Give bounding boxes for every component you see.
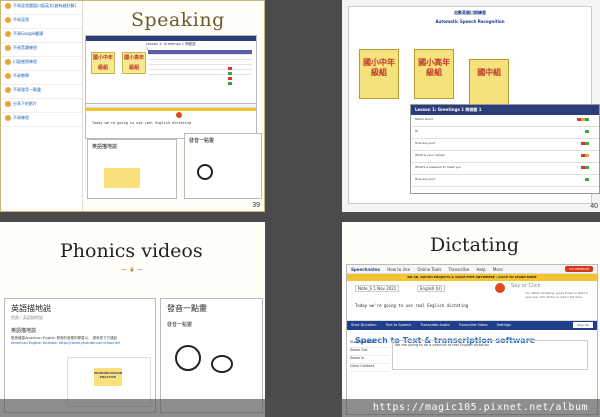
watermark: https://magic105.pixnet.net/album — [0, 399, 600, 417]
nav-item[interactable]: Online Tools — [417, 267, 441, 272]
sidebar-item[interactable]: 不易教學 — [1, 71, 82, 85]
slide-dictating: Dictating Speechnotes How to Use Online … — [342, 222, 600, 417]
sidebar-item[interactable]: 分享下的影片 — [1, 99, 82, 113]
page-title: 發音一點靈 — [167, 304, 207, 313]
bullet-icon — [5, 31, 11, 37]
slide-title: Phonics videos — [60, 240, 203, 262]
transcript-area[interactable]: We are going to do a practice of real En… — [392, 340, 588, 370]
phonics-page: 英語描地説 首頁 / 英語描地説 英語描地説 發音練習American Engl… — [4, 298, 156, 413]
sidebar-item[interactable]: 不易發音一點靈 — [1, 85, 82, 99]
nav-item[interactable]: Help — [476, 267, 485, 272]
lesson-row[interactable]: What is your name? — [411, 151, 599, 163]
nav-item[interactable]: More — [493, 267, 503, 272]
note-name-field[interactable]: Note_S 1 Nov 2021 — [355, 285, 400, 292]
vowel-icon[interactable] — [211, 355, 233, 373]
sidebar-item[interactable]: 不易練習 — [1, 113, 82, 127]
sidebar-item[interactable]: 不易混淆 — [1, 15, 82, 29]
slide-title: Dictating — [430, 234, 520, 256]
panel-title: 英語描地説 — [92, 144, 118, 150]
slide-speaking: 不易混淆國語口語英文(越有越好解) 不易混淆 不易Google翻譯 不易音讀練習… — [0, 0, 265, 212]
lesson-screenshot: Lesson 1: Greetings 1 問候語 1 國小中年級組 國小高年級… — [85, 35, 257, 105]
promo-banner[interactable]: NO AD, ROUGH PROJECTS & VOICE-TYPE ANYWH… — [347, 274, 597, 281]
tool-sidebar: Start Dictation Zoom Out Zoom In Clear C… — [350, 340, 390, 372]
doc-title: 自動英語口說練習 — [454, 10, 486, 15]
nav-item[interactable]: Text to Speech — [386, 323, 412, 327]
slide-number: 39 — [252, 202, 260, 209]
section-title: 發音一點靈 — [167, 322, 193, 328]
nav-item[interactable]: Transcribe Video — [459, 323, 488, 327]
pronunciation-card[interactable] — [104, 168, 140, 188]
editor-text[interactable]: Today we're going to use real English di… — [355, 303, 468, 308]
book-cover[interactable]: 國小高年級組 — [414, 49, 455, 99]
pronunciation-card[interactable]: PRONUNCIATION PRACTICE — [94, 368, 122, 386]
book-cover[interactable]: 國小中年級組 — [91, 52, 115, 74]
lesson-row[interactable]: How are you? — [411, 139, 599, 151]
sidebar-item[interactable]: 不易Google翻譯 — [1, 29, 82, 43]
dictation-text[interactable]: Today we're going to use real English di… — [86, 111, 256, 135]
lesson-title: Lesson 1: Greetings 1 問候語 1 — [411, 105, 599, 115]
slide-asr: 自動英語口說練習 Automatic Speech Recognition 國小… — [342, 0, 600, 212]
lesson-row[interactable]: How are you? — [411, 175, 599, 187]
signup-button[interactable]: Sign Up — [573, 322, 593, 328]
book-cover[interactable]: 國小高年級組 — [122, 52, 147, 74]
microphone-icon[interactable] — [176, 112, 182, 118]
nav-item[interactable]: Settings — [497, 323, 511, 327]
sidebar-item[interactable]: 口語感覺練習 — [1, 57, 82, 71]
panel-title: 發音一點靈 — [189, 138, 215, 144]
bullet-icon — [5, 87, 11, 93]
tool-item[interactable]: Zoom Out — [350, 348, 390, 356]
sidebar-list: 不易混淆國語口語英文(越有越好解) 不易混淆 不易Google翻譯 不易音讀練習… — [1, 1, 83, 211]
bullet-icon — [5, 3, 11, 9]
book-row: 國小中年級組 國小高年級組 國中組 — [359, 49, 519, 109]
language-select[interactable]: English (U) — [417, 285, 445, 292]
pronunciation-page: 發音一點靈 發音一點靈 — [160, 298, 263, 413]
nav-item[interactable]: Start Dictation — [351, 323, 376, 327]
nav-item[interactable]: How to Use — [387, 267, 410, 272]
vowel-icon[interactable] — [175, 345, 201, 371]
dictation-editor: Note_S 1 Nov 2021 English (U) Say or Cli… — [347, 281, 597, 321]
bullet-icon — [5, 101, 11, 107]
secondary-nav: Start Dictation Text to Speech Transcrib… — [347, 321, 597, 330]
book-cover[interactable]: 國中組 — [469, 59, 510, 109]
tool-item[interactable]: Start Dictation — [350, 340, 390, 348]
brand-logo[interactable]: Speechnotes — [351, 267, 380, 272]
sidebar-item[interactable]: 不易混淆國語口語英文(越有越好解) — [1, 1, 82, 15]
bullet-icon — [5, 59, 11, 65]
bullet-icon — [5, 17, 11, 23]
phonics-screenshot: 英語描地説 — [87, 139, 177, 199]
tool-item[interactable]: Clear Content — [350, 364, 390, 372]
lesson-panel: Lesson 1: Greetings 1 問候語 1 Hello! Good … — [410, 104, 600, 194]
doc-subtitle: Automatic Speech Recognition — [435, 19, 505, 24]
tip-text: Tip: While dictating, press Enter to sta… — [525, 291, 588, 299]
top-nav: Speechnotes How to Use Online Tools Tran… — [347, 265, 597, 274]
lesson-row[interactable]: What's a pleasure to meet you — [411, 163, 599, 175]
nav-item[interactable]: Transcribe Audio — [420, 323, 449, 327]
premium-button[interactable]: GO PREMIUM — [565, 266, 593, 272]
bullet-icon — [5, 115, 11, 121]
pronunciation-screenshot: 發音一點靈 — [184, 133, 262, 199]
slide-phonics: Phonics videos ~ ❦ ~ 英語描地説 首頁 / 英語描地説 英語… — [0, 222, 265, 417]
microphone-icon[interactable] — [495, 283, 505, 293]
say-or-click-label: Say or Click — [511, 283, 541, 289]
book-cover[interactable]: 國小中年級組 — [359, 49, 399, 99]
bullet-icon — [5, 45, 11, 51]
nav-item[interactable]: Transcribe — [449, 267, 470, 272]
lesson-row[interactable]: Hi — [411, 127, 599, 139]
lesson-row[interactable]: Hello! Good — [411, 115, 599, 127]
page-title: 英語描地説 — [11, 304, 51, 313]
flourish-divider: ~ ❦ ~ — [120, 266, 144, 274]
section-title: 英語描地説 — [11, 328, 37, 334]
sidebar-item[interactable]: 不易音讀練習 — [1, 43, 82, 57]
bullet-icon — [5, 73, 11, 79]
slide-number: 40 — [590, 203, 598, 210]
tool-item[interactable]: Zoom In — [350, 356, 390, 364]
slide-title: Speaking — [131, 9, 225, 31]
sound-icon[interactable] — [197, 164, 213, 180]
youtube-link[interactable]: American English Youtube: https://www.yo… — [5, 341, 155, 345]
